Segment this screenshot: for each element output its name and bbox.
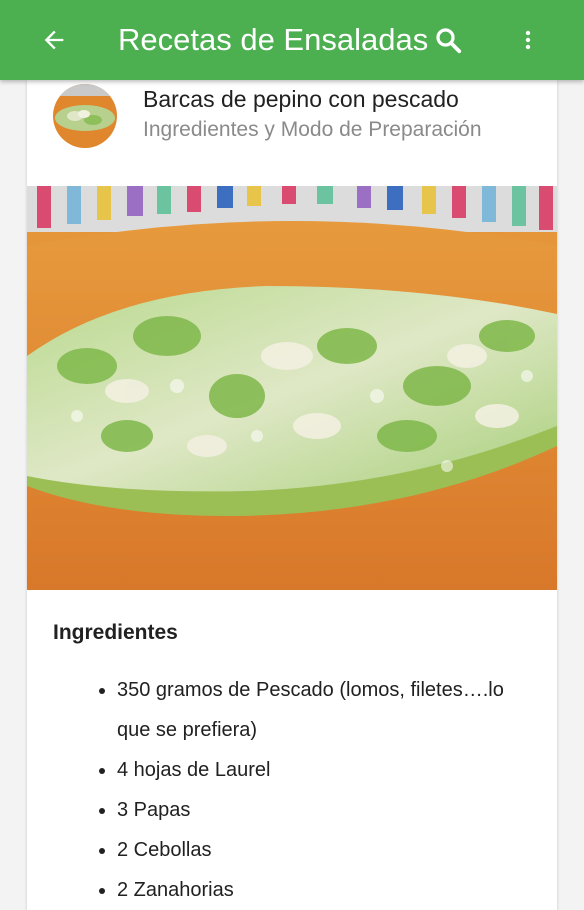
recipe-title: Barcas de pepino con pescado: [143, 86, 459, 112]
app-title: Recetas de Ensaladas: [118, 22, 429, 57]
recipe-subtitle: Ingredientes y Modo de Preparación: [143, 118, 482, 141]
ingredients-list: 350 gramos de Pescado (lomos, filetes….l…: [91, 670, 517, 910]
recipe-avatar: [53, 84, 117, 148]
recipe-photo: [27, 186, 557, 590]
search-icon[interactable]: [433, 25, 463, 55]
app-bar: Recetas de Ensaladas: [0, 0, 584, 80]
list-item: 350 gramos de Pescado (lomos, filetes….l…: [117, 670, 517, 750]
list-item: 4 hojas de Laurel: [117, 750, 517, 790]
list-item: 2 Cebollas: [117, 830, 517, 870]
arrow-back-icon[interactable]: [40, 26, 68, 54]
list-item: 3 Papas: [117, 790, 517, 830]
recipe-card: Barcas de pepino con pescado Ingrediente…: [27, 80, 557, 910]
more-vert-icon[interactable]: [516, 25, 540, 55]
list-item: 2 Zanahorias: [117, 870, 517, 910]
ingredients-heading: Ingredientes: [53, 621, 178, 644]
